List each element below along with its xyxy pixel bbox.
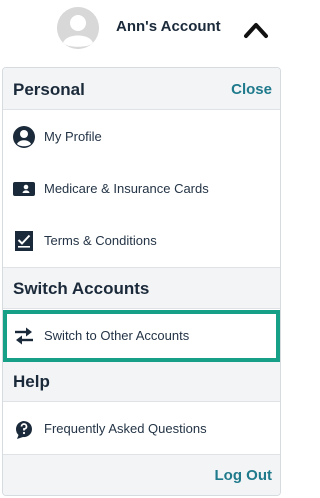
menu-item-insurance-cards[interactable]: Medicare & Insurance Cards [3, 163, 280, 215]
section-switch-accounts-header: Switch Accounts [3, 267, 280, 309]
section-personal-header: Personal Close [3, 68, 280, 110]
account-menu-panel: Personal Close My Profile Medicare & Ins… [2, 67, 281, 496]
section-title-help: Help [13, 372, 50, 391]
menu-item-label: Terms & Conditions [44, 233, 157, 248]
chevron-up-icon[interactable] [242, 18, 270, 40]
swap-arrows-icon [15, 327, 33, 345]
section-help-header: Help [3, 362, 280, 402]
menu-item-terms[interactable]: Terms & Conditions [3, 215, 280, 267]
logout-button[interactable]: Log Out [215, 467, 272, 484]
user-circle-icon [13, 126, 35, 148]
close-button[interactable]: Close [231, 81, 272, 98]
menu-item-switch-accounts[interactable]: Switch to Other Accounts [3, 310, 280, 362]
section-title-switch-accounts: Switch Accounts [13, 279, 150, 298]
account-name[interactable]: Ann's Account [116, 18, 221, 35]
menu-item-label: Frequently Asked Questions [44, 421, 207, 436]
menu-item-faq[interactable]: Frequently Asked Questions [3, 403, 280, 455]
account-header: Ann's Account [0, 0, 283, 56]
menu-footer: Log Out [3, 454, 280, 495]
checklist-icon [15, 231, 33, 251]
menu-item-label: Switch to Other Accounts [44, 328, 190, 343]
question-bubble-icon [15, 421, 32, 439]
menu-item-label: Medicare & Insurance Cards [44, 181, 209, 196]
section-title-personal: Personal [13, 80, 85, 99]
menu-item-label: My Profile [44, 129, 102, 144]
user-avatar-icon[interactable] [57, 7, 99, 49]
menu-item-my-profile[interactable]: My Profile [3, 111, 280, 163]
id-card-icon [13, 182, 35, 196]
